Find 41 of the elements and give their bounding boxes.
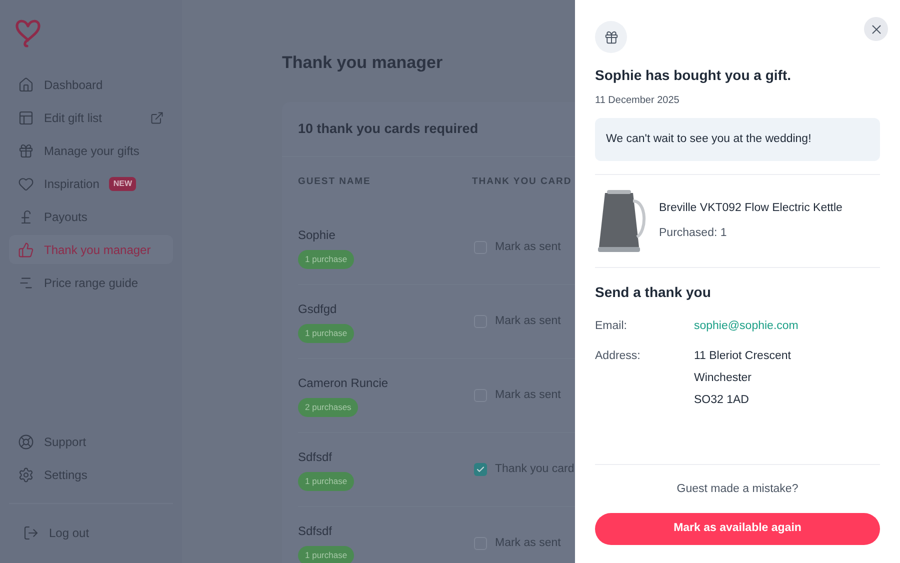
card-title: 10 thank you cards required xyxy=(298,120,480,138)
section-title: Send a thank you xyxy=(595,283,712,302)
email-link[interactable]: sophie@sophie.com xyxy=(694,318,880,336)
heart-logo-icon xyxy=(15,18,41,48)
guest-name: Sophie xyxy=(298,227,336,244)
close-button[interactable] xyxy=(864,17,888,41)
gift-icon xyxy=(604,30,618,44)
guest-name: Sdfsdf xyxy=(298,449,332,466)
email-label: Email: xyxy=(595,319,628,334)
check-icon xyxy=(476,465,485,474)
gift-icon xyxy=(18,142,34,158)
logout-icon xyxy=(23,524,39,540)
gift-message: We can't wait to see you at the wedding! xyxy=(595,118,880,162)
home-icon xyxy=(18,76,34,92)
address-label: Address: xyxy=(595,348,642,364)
gift-date: 11 December 2025 xyxy=(595,94,680,108)
lifebuoy-icon xyxy=(18,434,34,450)
layout-icon xyxy=(18,110,34,126)
purchased-count: Purchased: 1 xyxy=(659,226,728,242)
new-badge: NEW xyxy=(109,176,136,190)
mistake-text: Guest made a mistake? xyxy=(676,482,798,497)
guest-name: Gsdfgd xyxy=(298,301,337,318)
product-name: Breville VKT092 Flow Electric Kettle xyxy=(659,201,842,216)
address-line: Winchester xyxy=(694,370,753,386)
purchase-count: 1 purchase xyxy=(298,546,354,563)
heart-icon xyxy=(18,176,34,192)
panel-title: Sophie has bought you a gift. xyxy=(595,66,792,85)
mark-available-button[interactable]: Mark as available again xyxy=(595,513,880,545)
checkbox[interactable] xyxy=(474,463,487,476)
purchase-count: 2 purchases xyxy=(298,398,358,417)
guest-name: Cameron Runcie xyxy=(298,375,388,392)
page-title: Thank you manager xyxy=(282,52,444,74)
thumbs-up-icon xyxy=(18,242,34,258)
address-line: SO32 1AD xyxy=(694,393,750,408)
sidebar-item[interactable]: Thank you manager xyxy=(9,235,173,264)
address-line: 11 Bleriot Crescent xyxy=(694,348,792,364)
guest-name: Sdfsdf xyxy=(298,523,332,540)
purchase-count: 1 purchase xyxy=(298,472,354,491)
purchase-count: 1 purchase xyxy=(298,324,354,343)
settings-icon xyxy=(18,466,34,482)
purchase-count: 1 purchase xyxy=(298,250,354,269)
